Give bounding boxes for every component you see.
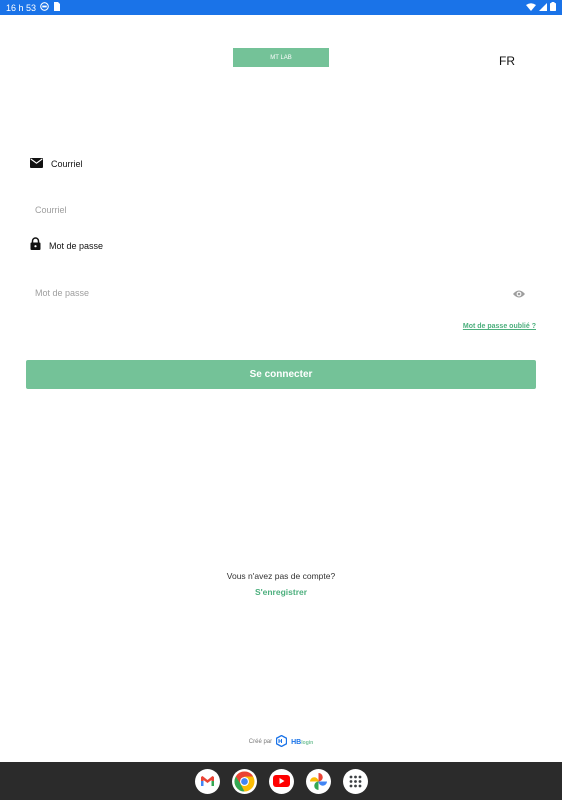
youtube-icon[interactable] [268, 768, 294, 794]
login-button[interactable]: Se connecter [26, 360, 536, 389]
email-label: Courriel [51, 159, 83, 169]
app-drawer-icon[interactable] [342, 768, 368, 794]
password-label: Mot de passe [49, 241, 104, 251]
status-bar: 16 h 53 [0, 0, 562, 15]
lock-icon [30, 237, 41, 255]
sim-card-icon [53, 2, 61, 13]
language-selector[interactable]: FR [499, 54, 515, 68]
wifi-icon [526, 2, 536, 13]
footer-brand: HBlogin [291, 739, 313, 746]
mail-icon [30, 155, 43, 173]
chrome-icon[interactable] [231, 768, 257, 794]
email-field[interactable] [26, 197, 536, 223]
footer-brand-name: HB [291, 738, 302, 746]
email-label-row: Courriel [30, 155, 83, 173]
footer-brand-sub: login [301, 739, 314, 746]
password-label-row: Mot de passe [30, 237, 103, 255]
logo-text: MT LAB [270, 54, 292, 61]
hb-logo-icon [275, 734, 288, 749]
signal-icon [539, 2, 547, 13]
footer-credit: Créé par HBlogin [0, 734, 562, 749]
app-logo: MT LAB [233, 48, 329, 67]
register-link[interactable]: S'enregistrer [0, 587, 562, 597]
gmail-icon[interactable] [194, 768, 220, 794]
vpn-icon [40, 2, 49, 13]
battery-icon [550, 2, 556, 13]
created-by-text: Créé par [248, 739, 273, 745]
login-screen: 16 h 53 MT LAB FR Courriel Courriel Mot … [0, 0, 562, 800]
status-time: 16 h 53 [6, 2, 37, 13]
photos-icon[interactable] [305, 768, 331, 794]
forgot-password-link[interactable]: Mot de passe oublié ? [463, 323, 536, 330]
show-password-icon[interactable] [512, 287, 526, 299]
password-field[interactable] [26, 280, 536, 306]
no-account-text: Vous n'avez pas de compte? [226, 571, 336, 581]
app-dock [0, 762, 562, 800]
